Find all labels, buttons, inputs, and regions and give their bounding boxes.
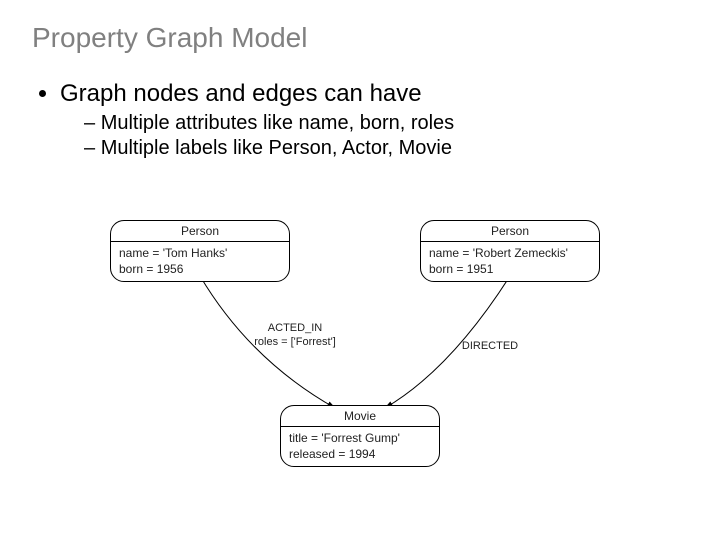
node-attrs: name = 'Robert Zemeckis' born = 1951: [421, 242, 599, 281]
bullet-sub-1: Multiple attributes like name, born, rol…: [84, 112, 688, 135]
slide-title: Property Graph Model: [32, 22, 688, 54]
bullet-list: Graph nodes and edges can have Multiple …: [32, 80, 688, 160]
node-label: Person: [111, 221, 289, 242]
bullet-sub-2: Multiple labels like Person, Actor, Movi…: [84, 137, 688, 160]
node-person-2: Person name = 'Robert Zemeckis' born = 1…: [420, 220, 600, 282]
bullet-main-text: Graph nodes and edges can have: [60, 80, 422, 107]
node-label: Person: [421, 221, 599, 242]
node-label: Movie: [281, 406, 439, 427]
bullet-main: Graph nodes and edges can have Multiple …: [60, 80, 688, 160]
node-attrs: name = 'Tom Hanks' born = 1956: [111, 242, 289, 281]
node-person-1: Person name = 'Tom Hanks' born = 1956: [110, 220, 290, 282]
node-attrs: title = 'Forrest Gump' released = 1994: [281, 427, 439, 466]
node-movie: Movie title = 'Forrest Gump' released = …: [280, 405, 440, 467]
edge-label-acted-in: ACTED_IN roles = ['Forrest']: [235, 322, 355, 350]
graph-diagram: Person name = 'Tom Hanks' born = 1956 Pe…: [110, 220, 610, 510]
edge-label-directed: DIRECTED: [450, 340, 530, 354]
